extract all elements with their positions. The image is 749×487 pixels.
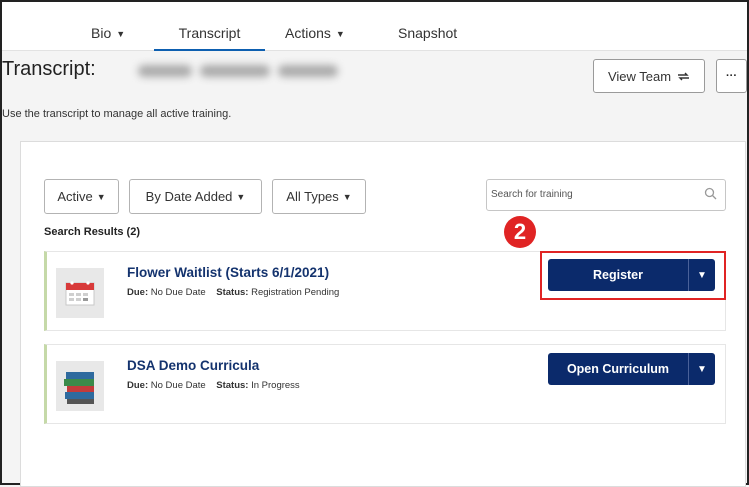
caret-down-icon: ▼	[697, 363, 707, 375]
view-team-button[interactable]: View Team	[593, 59, 705, 93]
view-team-label: View Team	[607, 68, 672, 84]
open-curriculum-dropdown-button[interactable]: ▼	[689, 353, 715, 385]
due-label: Due:	[127, 380, 149, 391]
step-number-badge: 2	[504, 216, 536, 248]
due-value: No Due Date	[150, 380, 206, 391]
due-value: No Due Date	[150, 287, 206, 298]
type-filter-dropdown[interactable]: All Types ▼	[272, 179, 366, 214]
training-meta: Due: No Due Date Status: Registration Pe…	[127, 287, 339, 298]
status-value: Registration Pending	[251, 287, 340, 298]
sort-label: By Date Added	[145, 189, 233, 204]
ellipsis-icon: ···	[726, 70, 737, 82]
due-label: Due:	[127, 287, 149, 298]
redacted-user-name	[138, 59, 378, 83]
books-icon	[56, 361, 104, 411]
more-options-button[interactable]: ···	[716, 59, 747, 93]
top-nav: Bio ▼ Transcript Actions ▼ Snapshot	[2, 2, 747, 51]
sort-dropdown[interactable]: By Date Added ▼	[129, 179, 262, 214]
status-filter-label: Active	[57, 189, 93, 204]
search-input[interactable]	[491, 184, 691, 204]
status-value: In Progress	[251, 380, 300, 391]
caret-down-icon: ▼	[342, 191, 352, 202]
calendar-icon	[56, 268, 104, 318]
page-title: Transcript:	[2, 58, 96, 80]
status-label: Status:	[216, 380, 249, 391]
tab-bio-label: Bio	[91, 25, 112, 41]
caret-down-icon: ▼	[116, 29, 126, 39]
caret-down-icon: ▼	[236, 191, 246, 202]
open-curriculum-button[interactable]: Open Curriculum	[548, 353, 688, 385]
switch-arrows-icon	[678, 72, 690, 80]
caret-down-icon: ▼	[335, 29, 345, 39]
training-meta: Due: No Due Date Status: In Progress	[127, 380, 300, 391]
training-search[interactable]	[486, 179, 726, 211]
type-filter-label: All Types	[286, 189, 339, 204]
open-curriculum-split-button: Open Curriculum ▼	[548, 353, 715, 385]
search-results-count: Search Results (2)	[44, 226, 140, 238]
caret-down-icon: ▼	[96, 191, 106, 202]
tab-snapshot-label: Snapshot	[398, 25, 458, 41]
open-curriculum-label: Open Curriculum	[566, 362, 670, 376]
register-highlight-box	[540, 251, 726, 300]
training-title[interactable]: DSA Demo Curricula	[127, 358, 259, 373]
tab-transcript-label: Transcript	[178, 25, 241, 41]
tab-bio[interactable]: Bio ▼	[91, 2, 125, 50]
search-icon[interactable]	[704, 187, 717, 200]
tab-transcript[interactable]: Transcript	[154, 2, 265, 51]
page-description: Use the transcript to manage all active …	[2, 108, 232, 120]
status-filter-dropdown[interactable]: Active ▼	[44, 179, 119, 214]
training-title[interactable]: Flower Waitlist (Starts 6/1/2021)	[127, 265, 329, 280]
tab-snapshot[interactable]: Snapshot	[398, 2, 457, 50]
tab-actions[interactable]: Actions ▼	[285, 2, 345, 50]
tab-actions-label: Actions	[285, 25, 331, 41]
status-label: Status:	[216, 287, 249, 298]
